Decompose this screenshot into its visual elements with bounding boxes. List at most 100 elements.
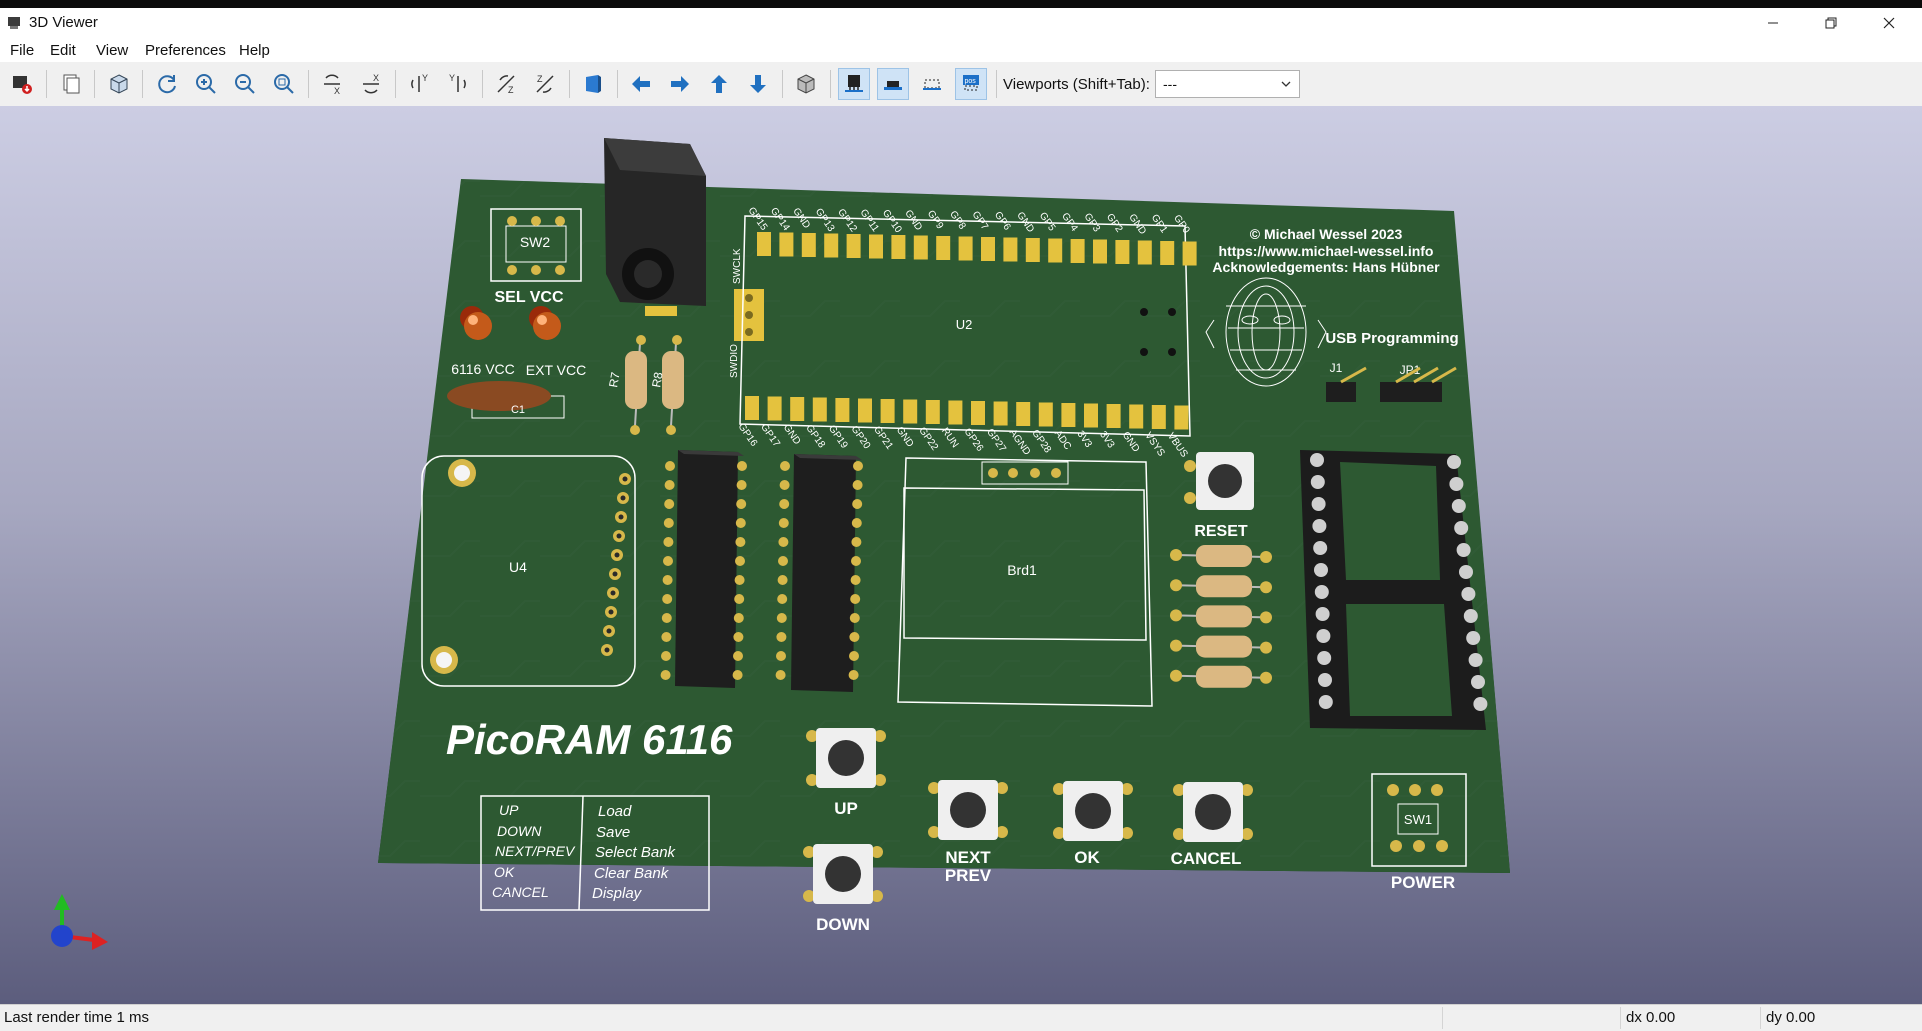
rotate-x-cw-button[interactable]: X bbox=[316, 68, 348, 100]
raytracing-button[interactable] bbox=[103, 68, 135, 100]
move-up-button[interactable] bbox=[703, 68, 735, 100]
pico-pad bbox=[1070, 239, 1085, 263]
pico-pad bbox=[948, 400, 963, 425]
legend-key-down: DOWN bbox=[497, 823, 542, 839]
zif-pin bbox=[1311, 497, 1326, 511]
dip-pin bbox=[661, 651, 671, 661]
u2-label: U2 bbox=[956, 317, 973, 332]
pico-pad bbox=[757, 232, 771, 256]
toggle-orthographic-button[interactable] bbox=[790, 68, 822, 100]
zif-pin bbox=[1454, 521, 1469, 535]
rotate-y-ccw-button[interactable]: Y bbox=[442, 68, 474, 100]
zif-pin bbox=[1473, 697, 1488, 711]
flip-board-button[interactable] bbox=[577, 68, 609, 100]
menu-help[interactable]: Help bbox=[239, 42, 270, 59]
resistor bbox=[1196, 665, 1252, 688]
zif-pin bbox=[1316, 629, 1331, 643]
app-icon bbox=[8, 17, 20, 29]
dip-pin bbox=[663, 556, 673, 566]
tactile-switch-cap bbox=[1195, 794, 1231, 830]
move-left-button[interactable] bbox=[625, 68, 657, 100]
ext-vcc-label: EXT VCC bbox=[526, 362, 586, 378]
pico-pad bbox=[880, 399, 895, 423]
menu-view[interactable]: View bbox=[96, 42, 128, 59]
zif-pin bbox=[1451, 499, 1466, 513]
refresh-icon bbox=[158, 75, 176, 94]
swd-header bbox=[734, 289, 764, 341]
zoom-in-icon bbox=[196, 74, 216, 94]
dip-pin bbox=[778, 537, 789, 547]
credits-author: © Michael Wessel 2023 bbox=[1250, 226, 1403, 242]
pico-pad bbox=[790, 397, 805, 421]
show-smd-button[interactable] bbox=[877, 68, 909, 100]
u4-pin-hole bbox=[614, 552, 620, 558]
svg-text:Z: Z bbox=[508, 85, 514, 95]
dy-readout: dy 0.00 bbox=[1766, 1009, 1816, 1026]
dip-pin bbox=[663, 537, 674, 547]
6116-vcc-label: 6116 VCC bbox=[451, 361, 515, 377]
reload-button[interactable] bbox=[151, 68, 183, 100]
zif-pin bbox=[1449, 477, 1464, 491]
legend-action-save: Save bbox=[596, 824, 630, 841]
close-button[interactable] bbox=[1860, 8, 1918, 38]
rotate-x-ccw-button[interactable]: X bbox=[355, 68, 387, 100]
move-down-button[interactable] bbox=[742, 68, 774, 100]
dip-pin bbox=[776, 632, 787, 642]
pico-pad bbox=[981, 237, 995, 261]
pico-pad bbox=[1038, 402, 1053, 427]
zoom-out-button[interactable] bbox=[229, 68, 261, 100]
viewports-dropdown[interactable]: --- bbox=[1155, 70, 1300, 98]
3d-viewport[interactable]: SW2 SEL VCC 6116 VCC EXT VCC C1 R7 R8 SW… bbox=[0, 106, 1922, 1004]
pico-pad bbox=[1160, 241, 1175, 265]
dip-pin bbox=[665, 461, 675, 471]
show-virtual-button[interactable] bbox=[916, 68, 948, 100]
dip-pin bbox=[851, 556, 861, 566]
pico-pad bbox=[913, 235, 928, 260]
show-tht-button[interactable] bbox=[838, 68, 870, 100]
zif-pin bbox=[1310, 453, 1324, 467]
rotate-y-cw-button[interactable]: Y bbox=[403, 68, 435, 100]
arrow-right-icon bbox=[671, 76, 689, 92]
board-title: PicoRAM 6116 bbox=[446, 716, 733, 763]
zoom-in-button[interactable] bbox=[190, 68, 222, 100]
rotate-z-cw-button[interactable]: Z bbox=[490, 68, 522, 100]
dip-pin bbox=[851, 537, 862, 547]
title-bar[interactable]: 3D Viewer bbox=[0, 8, 1922, 38]
dip-pin bbox=[850, 575, 861, 585]
pico-pad bbox=[903, 399, 918, 424]
dip-pin bbox=[664, 499, 675, 509]
resistor bbox=[1196, 635, 1252, 658]
tactile-switch-cap bbox=[825, 856, 861, 892]
close-icon bbox=[1883, 17, 1895, 29]
menu-file[interactable]: File bbox=[10, 42, 34, 59]
zif-pin bbox=[1456, 543, 1471, 557]
minimize-icon bbox=[1768, 22, 1778, 24]
copy-icon bbox=[63, 74, 80, 94]
svg-text:Y: Y bbox=[449, 73, 455, 83]
capacitor-c1 bbox=[447, 381, 551, 411]
flip-board-icon bbox=[586, 75, 601, 93]
pico-pad bbox=[1106, 404, 1121, 428]
restore-button[interactable] bbox=[1802, 8, 1860, 38]
copy-image-button[interactable] bbox=[55, 68, 87, 100]
u4-pin-hole bbox=[608, 609, 614, 615]
zif-pin bbox=[1314, 585, 1329, 599]
tactile-switch-cap bbox=[1075, 793, 1111, 829]
move-right-button[interactable] bbox=[664, 68, 696, 100]
axis-gizmo bbox=[51, 894, 108, 950]
menu-preferences[interactable]: Preferences bbox=[145, 42, 226, 59]
dip-pin bbox=[849, 632, 860, 642]
reset-label: RESET bbox=[1194, 523, 1248, 540]
ortho-cube-icon bbox=[797, 74, 815, 94]
show-not-in-posfile-button[interactable]: pos bbox=[955, 68, 987, 100]
rotate-x-icon: X bbox=[324, 74, 340, 96]
restore-icon bbox=[1825, 17, 1837, 29]
tactile-switch-cap bbox=[828, 740, 864, 776]
u4-pin-hole bbox=[610, 590, 616, 596]
rotate-z-ccw-button[interactable]: Z bbox=[529, 68, 561, 100]
menu-edit[interactable]: Edit bbox=[50, 42, 76, 59]
export-image-button[interactable] bbox=[6, 68, 38, 100]
resistor-pad bbox=[1170, 579, 1182, 592]
zoom-fit-button[interactable] bbox=[268, 68, 300, 100]
minimize-button[interactable] bbox=[1744, 8, 1802, 38]
